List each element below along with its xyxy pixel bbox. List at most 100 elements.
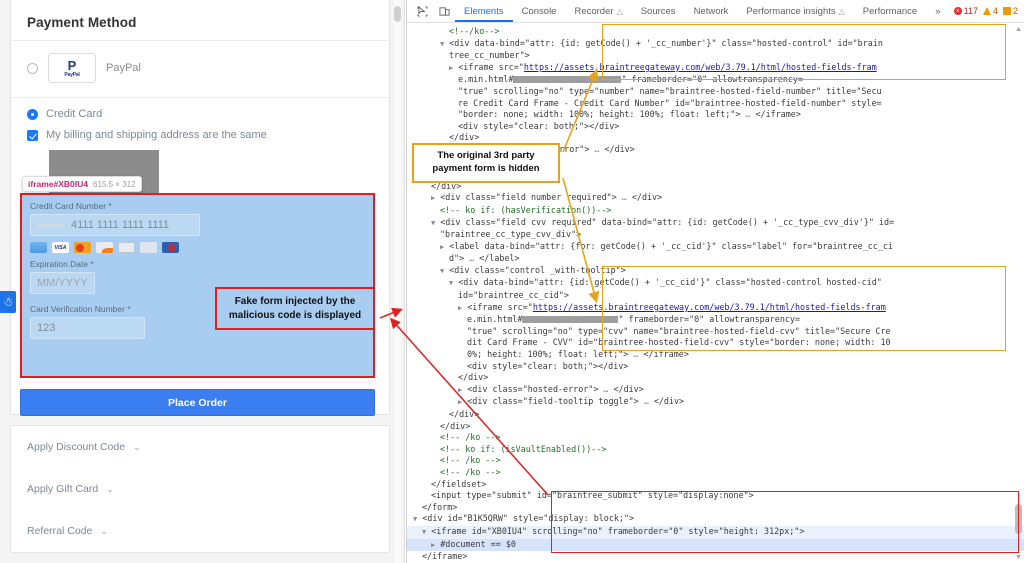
tab-recorder[interactable]: Recorder△	[565, 0, 631, 22]
dom-line[interactable]: "border: none; width: 100%; height: 100%…	[407, 109, 1024, 121]
dom-line[interactable]: <!-- /ko -->	[407, 432, 1024, 444]
expand-triangle-icon[interactable]: ▶	[431, 194, 435, 202]
dom-line[interactable]: </iframe>	[407, 551, 1024, 563]
expand-triangle-icon[interactable]: ▶	[458, 398, 462, 406]
expiration-input[interactable]: MM/YYYY	[30, 272, 95, 294]
scroll-up-icon[interactable]: ▲	[1015, 26, 1022, 33]
billing-same-row[interactable]: My billing and shipping address are the …	[27, 129, 373, 141]
dom-line[interactable]: </div>	[407, 421, 1024, 433]
tab-performance[interactable]: Performance	[854, 0, 926, 22]
referral-code-row[interactable]: Referral Code ⌄	[11, 510, 389, 552]
dom-line[interactable]: re Credit Card Frame - Credit Card Numbe…	[407, 98, 1024, 110]
dom-line[interactable]: </fieldset>	[407, 479, 1024, 491]
dom-line[interactable]: </div>	[407, 409, 1024, 421]
dom-line[interactable]: </div>	[407, 372, 1024, 384]
expand-triangle-icon[interactable]: ▶	[458, 304, 462, 312]
expand-triangle-icon[interactable]: ▼	[440, 267, 444, 275]
inspect-element-icon[interactable]	[411, 0, 433, 22]
error-badge[interactable]: × 117	[954, 6, 978, 16]
payment-option-credit-card[interactable]: Credit Card	[27, 108, 373, 120]
tab-label: Console	[522, 6, 557, 17]
dom-line[interactable]: <!-- /ko -->	[407, 467, 1024, 479]
dom-line[interactable]: <div style="clear: both;"></div>	[407, 121, 1024, 133]
more-tabs-button[interactable]: »	[926, 0, 949, 22]
page-scrollbar[interactable]	[394, 0, 401, 563]
dom-line[interactable]: <!-- ko if: (isVaultEnabled())-->	[407, 444, 1024, 456]
dom-line[interactable]: "braintree_cc_type_cvv_div">	[407, 229, 1024, 241]
expand-triangle-icon[interactable]: ▼	[422, 528, 426, 536]
mastercard-icon	[74, 242, 91, 253]
dom-line[interactable]: <!-- /ko -->	[407, 455, 1024, 467]
dom-line[interactable]: ▼ <iframe id="XB0IU4" scrolling="no" fra…	[407, 526, 1024, 539]
dom-line[interactable]: ▶ <div class="field-tooltip toggle"> … <…	[407, 396, 1024, 409]
apply-discount-code-row[interactable]: Apply Discount Code ⌄	[11, 426, 389, 468]
dom-line[interactable]: d"> … </label>	[407, 253, 1024, 265]
cvv-input[interactable]: 123	[30, 317, 145, 339]
expiration-placeholder: MM/YYYY	[37, 277, 88, 289]
info-icon	[1003, 7, 1011, 15]
dom-line[interactable]: </form>	[407, 502, 1024, 514]
cc-number-input[interactable]: 4111 1111 1111 1111	[30, 214, 200, 236]
dom-line[interactable]: "true" scrolling="no" type="number" name…	[407, 86, 1024, 98]
warning-badge[interactable]: 4	[983, 6, 998, 16]
discover-icon	[96, 242, 113, 253]
dom-line[interactable]: 0%; height: 100%; float: left;"> … </ifr…	[407, 349, 1024, 361]
devtools-toolbar: Elements Console Recorder△ Sources Netwo…	[407, 0, 1024, 23]
dom-line[interactable]: tree_cc_number">	[407, 50, 1024, 62]
dom-line[interactable]: ▶ <div class="field number required"> … …	[407, 192, 1024, 205]
dom-line[interactable]: ▼ <div class="control _with-tooltip">	[407, 265, 1024, 278]
dom-line[interactable]: ▼ <div id="B1K5QRW" style="display: bloc…	[407, 513, 1024, 526]
dom-line[interactable]: dit Card Frame - CVV" id="braintree-host…	[407, 337, 1024, 349]
dom-line[interactable]: <!-- ko if: (hasVerification())-->	[407, 205, 1024, 217]
tab-console[interactable]: Console	[513, 0, 566, 22]
apply-gift-card-row[interactable]: Apply Gift Card ⌄	[11, 468, 389, 510]
issue-badges: × 117 4 2	[954, 6, 1024, 16]
dom-line[interactable]: id="braintree_cc_cid">	[407, 290, 1024, 302]
paypal-glyph: P	[68, 59, 77, 72]
dom-line[interactable]: ▼ <div class="field cvv required" data-b…	[407, 217, 1024, 230]
devtools-scrollbar[interactable]	[1015, 26, 1022, 561]
paypal-radio[interactable]	[27, 63, 38, 74]
place-order-button[interactable]: Place Order	[20, 389, 375, 416]
dom-line[interactable]: e.min.html#" frameborder="0" allowtransp…	[407, 74, 1024, 86]
dom-line[interactable]: <input type="submit" id="braintree_submi…	[407, 490, 1024, 502]
dom-line[interactable]: <div style="clear: both;"></div>	[407, 361, 1024, 373]
scrollbar-thumb[interactable]	[1015, 504, 1022, 534]
expand-triangle-icon[interactable]: ▼	[449, 279, 453, 287]
tab-elements[interactable]: Elements	[455, 0, 513, 22]
tab-network[interactable]: Network	[685, 0, 738, 22]
chevron-right-icon: »	[935, 6, 940, 17]
credit-card-radio[interactable]	[27, 109, 38, 120]
device-toolbar-icon[interactable]	[433, 0, 455, 22]
expand-triangle-icon[interactable]: ▶	[440, 243, 444, 251]
iframe-tooltip-dims: 615.5 × 312	[93, 180, 135, 189]
dom-line[interactable]: <!--/ko-->	[407, 26, 1024, 38]
paypal-logo: P PayPal	[48, 53, 96, 83]
dom-line[interactable]: ▶ #document == $0	[407, 539, 1024, 552]
apply-discount-code-label: Apply Discount Code	[27, 441, 125, 453]
expand-triangle-icon[interactable]: ▼	[413, 515, 417, 523]
dom-line[interactable]: ▶ <label data-bind="attr: {for: getCode(…	[407, 241, 1024, 254]
dom-line[interactable]: ▼ <div data-bind="attr: {id: getCode() +…	[407, 38, 1024, 51]
expand-triangle-icon[interactable]: ▶	[431, 541, 435, 549]
dom-line[interactable]: e.min.html#" frameborder="0" allowtransp…	[407, 314, 1024, 326]
tab-performance-insights[interactable]: Performance insights△	[737, 0, 853, 22]
payment-option-paypal[interactable]: P PayPal PayPal	[11, 41, 389, 97]
expand-triangle-icon[interactable]: ▶	[449, 64, 453, 72]
dom-line[interactable]: "true" scrolling="no" type="cvv" name="b…	[407, 326, 1024, 338]
expand-triangle-icon[interactable]: ▼	[431, 219, 435, 227]
accessibility-icon[interactable]: ☃	[0, 291, 16, 313]
dom-tree[interactable]: <!--/ko-->▼ <div data-bind="attr: {id: g…	[407, 24, 1024, 563]
dom-line[interactable]: ▶ <iframe src="https://assets.braintreeg…	[407, 62, 1024, 75]
dom-line[interactable]: ▶ <iframe src="https://assets.braintreeg…	[407, 302, 1024, 315]
tab-sources[interactable]: Sources	[632, 0, 685, 22]
scrollbar-thumb[interactable]	[394, 6, 401, 22]
info-badge[interactable]: 2	[1003, 6, 1018, 16]
dom-line[interactable]: ▼ <div data-bind="attr: {id: getCode() +…	[407, 277, 1024, 290]
expand-triangle-icon[interactable]: ▼	[440, 40, 444, 48]
dom-line[interactable]: ▶ <div class="hosted-error"> … </div>	[407, 384, 1024, 397]
expand-triangle-icon[interactable]: ▶	[458, 386, 462, 394]
scroll-down-icon[interactable]: ▼	[1015, 554, 1022, 561]
paypal-wordmark: PayPal	[64, 72, 79, 78]
billing-same-checkbox[interactable]	[27, 130, 38, 141]
